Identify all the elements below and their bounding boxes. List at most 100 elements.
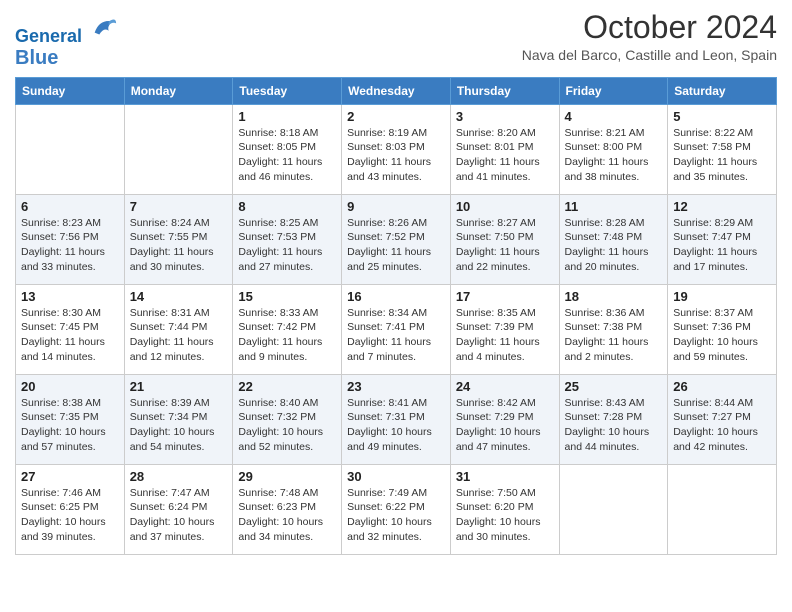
calendar-cell bbox=[16, 104, 125, 194]
day-info: Sunrise: 8:41 AMSunset: 7:31 PMDaylight:… bbox=[347, 396, 445, 455]
day-number: 31 bbox=[456, 469, 554, 484]
calendar-cell: 13Sunrise: 8:30 AMSunset: 7:45 PMDayligh… bbox=[16, 284, 125, 374]
calendar-cell: 3Sunrise: 8:20 AMSunset: 8:01 PMDaylight… bbox=[450, 104, 559, 194]
day-number: 26 bbox=[673, 379, 771, 394]
day-number: 22 bbox=[238, 379, 336, 394]
day-info: Sunrise: 8:29 AMSunset: 7:47 PMDaylight:… bbox=[673, 216, 771, 275]
day-number: 28 bbox=[130, 469, 228, 484]
day-number: 11 bbox=[565, 199, 663, 214]
day-info: Sunrise: 8:34 AMSunset: 7:41 PMDaylight:… bbox=[347, 306, 445, 365]
calendar-cell bbox=[124, 104, 233, 194]
calendar-cell: 8 Sunrise: 8:25 AMSunset: 7:53 PMDaylight… bbox=[233, 194, 342, 284]
calendar-week-row: 20 Sunrise: 8:38 AMSunset: 7:35 PMDayligh… bbox=[16, 374, 777, 464]
day-number: 15 bbox=[238, 289, 336, 304]
calendar-cell: 22 Sunrise: 8:40 AMSunset: 7:32 PMDayligh… bbox=[233, 374, 342, 464]
day-number: 16 bbox=[347, 289, 445, 304]
day-number: 19 bbox=[673, 289, 771, 304]
day-number: 2 bbox=[347, 109, 445, 124]
page-container: General Blue October 2024 Nava del Barco… bbox=[0, 0, 792, 570]
day-info: Sunrise: 8:28 AMSunset: 7:48 PMDaylight:… bbox=[565, 216, 663, 275]
day-number: 23 bbox=[347, 379, 445, 394]
calendar-week-row: 13Sunrise: 8:30 AMSunset: 7:45 PMDayligh… bbox=[16, 284, 777, 374]
calendar-cell: 12 Sunrise: 8:29 AMSunset: 7:47 PMDayligh… bbox=[668, 194, 777, 284]
calendar-cell: 31 Sunrise: 7:50 AMSunset: 6:20 PMDayligh… bbox=[450, 464, 559, 554]
day-info: Sunrise: 8:31 AMSunset: 7:44 PMDaylight:… bbox=[130, 306, 228, 365]
calendar-cell bbox=[668, 464, 777, 554]
logo-bird-icon bbox=[90, 14, 118, 42]
day-info: Sunrise: 8:40 AMSunset: 7:32 PMDaylight:… bbox=[238, 396, 336, 455]
day-info: Sunrise: 8:44 AMSunset: 7:27 PMDaylight:… bbox=[673, 396, 771, 455]
calendar-cell: 17 Sunrise: 8:35 AMSunset: 7:39 PMDayligh… bbox=[450, 284, 559, 374]
calendar-day-header: Friday bbox=[559, 77, 668, 104]
calendar-week-row: 1 Sunrise: 8:18 AMSunset: 8:05 PMDaylight… bbox=[16, 104, 777, 194]
day-info: Sunrise: 8:36 AMSunset: 7:38 PMDaylight:… bbox=[565, 306, 663, 365]
day-info: Sunrise: 8:33 AMSunset: 7:42 PMDaylight:… bbox=[238, 306, 336, 365]
calendar-cell: 1 Sunrise: 8:18 AMSunset: 8:05 PMDaylight… bbox=[233, 104, 342, 194]
day-number: 25 bbox=[565, 379, 663, 394]
calendar-table: SundayMondayTuesdayWednesdayThursdayFrid… bbox=[15, 77, 777, 555]
day-number: 17 bbox=[456, 289, 554, 304]
day-number: 7 bbox=[130, 199, 228, 214]
day-info: Sunrise: 8:24 AMSunset: 7:55 PMDaylight:… bbox=[130, 216, 228, 275]
calendar-cell: 15 Sunrise: 8:33 AMSunset: 7:42 PMDayligh… bbox=[233, 284, 342, 374]
calendar-cell: 16 Sunrise: 8:34 AMSunset: 7:41 PMDayligh… bbox=[342, 284, 451, 374]
day-info: Sunrise: 8:43 AMSunset: 7:28 PMDaylight:… bbox=[565, 396, 663, 455]
calendar-week-row: 27 Sunrise: 7:46 AMSunset: 6:25 PMDayligh… bbox=[16, 464, 777, 554]
day-number: 24 bbox=[456, 379, 554, 394]
logo-general: General bbox=[15, 26, 82, 46]
calendar-cell: 4 Sunrise: 8:21 AMSunset: 8:00 PMDaylight… bbox=[559, 104, 668, 194]
calendar-cell: 6Sunrise: 8:23 AMSunset: 7:56 PMDaylight… bbox=[16, 194, 125, 284]
calendar-cell: 25 Sunrise: 8:43 AMSunset: 7:28 PMDayligh… bbox=[559, 374, 668, 464]
calendar-cell: 26 Sunrise: 8:44 AMSunset: 7:27 PMDayligh… bbox=[668, 374, 777, 464]
calendar-day-header: Sunday bbox=[16, 77, 125, 104]
day-number: 27 bbox=[21, 469, 119, 484]
calendar-day-header: Tuesday bbox=[233, 77, 342, 104]
calendar-cell: 21 Sunrise: 8:39 AMSunset: 7:34 PMDayligh… bbox=[124, 374, 233, 464]
day-number: 4 bbox=[565, 109, 663, 124]
calendar-cell: 19 Sunrise: 8:37 AMSunset: 7:36 PMDayligh… bbox=[668, 284, 777, 374]
calendar-cell: 29Sunrise: 7:48 AMSunset: 6:23 PMDayligh… bbox=[233, 464, 342, 554]
calendar-header-row: SundayMondayTuesdayWednesdayThursdayFrid… bbox=[16, 77, 777, 104]
day-number: 6 bbox=[21, 199, 119, 214]
calendar-day-header: Saturday bbox=[668, 77, 777, 104]
calendar-cell: 9 Sunrise: 8:26 AMSunset: 7:52 PMDaylight… bbox=[342, 194, 451, 284]
day-info: Sunrise: 7:46 AMSunset: 6:25 PMDaylight:… bbox=[21, 486, 119, 545]
day-info: Sunrise: 8:39 AMSunset: 7:34 PMDaylight:… bbox=[130, 396, 228, 455]
day-info: Sunrise: 8:42 AMSunset: 7:29 PMDaylight:… bbox=[456, 396, 554, 455]
calendar-cell: 27 Sunrise: 7:46 AMSunset: 6:25 PMDayligh… bbox=[16, 464, 125, 554]
day-info: Sunrise: 8:20 AMSunset: 8:01 PMDaylight:… bbox=[456, 126, 554, 185]
day-number: 5 bbox=[673, 109, 771, 124]
day-info: Sunrise: 7:47 AMSunset: 6:24 PMDaylight:… bbox=[130, 486, 228, 545]
calendar-cell: 14 Sunrise: 8:31 AMSunset: 7:44 PMDayligh… bbox=[124, 284, 233, 374]
day-info: Sunrise: 8:21 AMSunset: 8:00 PMDaylight:… bbox=[565, 126, 663, 185]
day-info: Sunrise: 8:18 AMSunset: 8:05 PMDaylight:… bbox=[238, 126, 336, 185]
day-number: 9 bbox=[347, 199, 445, 214]
calendar-cell: 2Sunrise: 8:19 AMSunset: 8:03 PMDaylight… bbox=[342, 104, 451, 194]
location: Nava del Barco, Castille and Leon, Spain bbox=[522, 47, 777, 63]
day-info: Sunrise: 7:50 AMSunset: 6:20 PMDaylight:… bbox=[456, 486, 554, 545]
day-info: Sunrise: 8:22 AMSunset: 7:58 PMDaylight:… bbox=[673, 126, 771, 185]
day-number: 1 bbox=[238, 109, 336, 124]
day-info: Sunrise: 8:35 AMSunset: 7:39 PMDaylight:… bbox=[456, 306, 554, 365]
header: General Blue October 2024 Nava del Barco… bbox=[15, 10, 777, 69]
day-info: Sunrise: 8:27 AMSunset: 7:50 PMDaylight:… bbox=[456, 216, 554, 275]
day-number: 14 bbox=[130, 289, 228, 304]
logo-text: General bbox=[15, 14, 118, 47]
day-number: 20 bbox=[21, 379, 119, 394]
calendar-cell: 23 Sunrise: 8:41 AMSunset: 7:31 PMDayligh… bbox=[342, 374, 451, 464]
calendar-cell: 30Sunrise: 7:49 AMSunset: 6:22 PMDayligh… bbox=[342, 464, 451, 554]
day-number: 12 bbox=[673, 199, 771, 214]
day-info: Sunrise: 8:26 AMSunset: 7:52 PMDaylight:… bbox=[347, 216, 445, 275]
day-info: Sunrise: 8:37 AMSunset: 7:36 PMDaylight:… bbox=[673, 306, 771, 365]
logo: General Blue bbox=[15, 14, 118, 69]
day-number: 21 bbox=[130, 379, 228, 394]
day-info: Sunrise: 8:25 AMSunset: 7:53 PMDaylight:… bbox=[238, 216, 336, 275]
calendar-cell: 20 Sunrise: 8:38 AMSunset: 7:35 PMDayligh… bbox=[16, 374, 125, 464]
calendar-cell: 10 Sunrise: 8:27 AMSunset: 7:50 PMDayligh… bbox=[450, 194, 559, 284]
day-number: 13 bbox=[21, 289, 119, 304]
day-number: 10 bbox=[456, 199, 554, 214]
day-number: 8 bbox=[238, 199, 336, 214]
day-info: Sunrise: 8:38 AMSunset: 7:35 PMDaylight:… bbox=[21, 396, 119, 455]
title-block: October 2024 Nava del Barco, Castille an… bbox=[522, 10, 777, 63]
day-number: 30 bbox=[347, 469, 445, 484]
